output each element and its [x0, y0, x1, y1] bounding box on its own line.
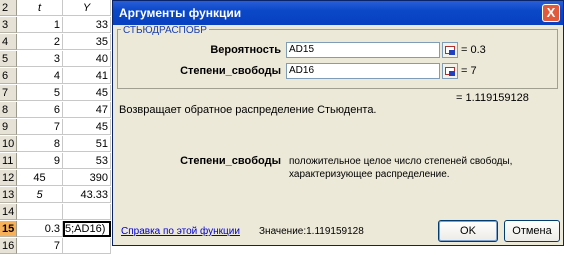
- field-label-probability: Вероятность: [210, 44, 281, 56]
- cell[interactable]: 45: [63, 85, 111, 101]
- row-header[interactable]: 6: [0, 68, 17, 84]
- row-header[interactable]: 3: [0, 17, 17, 33]
- row-header[interactable]: 16: [0, 238, 17, 254]
- cell[interactable]: 4: [17, 68, 63, 84]
- cell[interactable]: 8: [17, 136, 63, 152]
- cell[interactable]: 5: [17, 85, 63, 101]
- cell[interactable]: 51: [63, 136, 111, 152]
- cell[interactable]: 45: [63, 119, 111, 135]
- row-header[interactable]: 13: [0, 187, 17, 203]
- dialog-title[interactable]: Аргументы функции: [113, 1, 563, 25]
- ok-button[interactable]: OK: [438, 220, 498, 242]
- cell[interactable]: 40: [63, 51, 111, 67]
- argument-description: положительное целое число степеней свобо…: [289, 156, 513, 180]
- collapse-dialog-icon[interactable]: [442, 42, 458, 58]
- column-header-t[interactable]: t: [17, 0, 63, 16]
- cell[interactable]: 47: [63, 102, 111, 118]
- value-readout: Значение:1.119159128: [259, 226, 364, 237]
- cell[interactable]: 1: [17, 17, 63, 33]
- field-label-degrees-freedom: Степени_свободы: [180, 65, 281, 77]
- cell[interactable]: 41: [63, 68, 111, 84]
- value-label: Значение:: [259, 226, 307, 237]
- cell[interactable]: 6: [17, 102, 63, 118]
- cell[interactable]: 390: [63, 170, 111, 186]
- formula-result: = 1.119159128: [456, 92, 529, 104]
- function-arguments-dialog: Аргументы функции X СТЬЮДРАСПОБР Вероятн…: [112, 0, 564, 246]
- cancel-button[interactable]: Отмена: [504, 220, 560, 242]
- probability-input[interactable]: AD15: [286, 42, 440, 58]
- cell[interactable]: 53: [63, 153, 111, 169]
- row-header[interactable]: 9: [0, 119, 17, 135]
- cell[interactable]: [63, 238, 111, 254]
- cell[interactable]: [63, 204, 111, 220]
- degrees-freedom-input[interactable]: AD16: [286, 63, 440, 79]
- row-header[interactable]: 7: [0, 85, 17, 101]
- cell[interactable]: 9: [17, 153, 63, 169]
- probability-result: = 0.3: [461, 44, 486, 56]
- row-header[interactable]: 12: [0, 170, 17, 186]
- row-header[interactable]: 15: [0, 221, 17, 237]
- cell[interactable]: 5: [17, 187, 63, 203]
- row-header[interactable]: 10: [0, 136, 17, 152]
- cell[interactable]: 0.3: [17, 221, 63, 237]
- cell[interactable]: 45: [17, 170, 63, 186]
- cell[interactable]: [17, 204, 63, 220]
- cell[interactable]: 35: [63, 34, 111, 50]
- row-header[interactable]: 5: [0, 51, 17, 67]
- column-header-y[interactable]: Y: [63, 0, 111, 16]
- function-name: СТЬЮДРАСПОБР: [121, 25, 209, 36]
- collapse-dialog-icon[interactable]: [442, 63, 458, 79]
- degrees-freedom-result: = 7: [461, 65, 477, 77]
- cell[interactable]: 7: [17, 119, 63, 135]
- function-description: Возвращает обратное распределение Стьюде…: [119, 104, 377, 116]
- row-header[interactable]: 2: [0, 0, 17, 16]
- arguments-group: [117, 29, 558, 89]
- active-cell[interactable]: 5;AD16): [63, 221, 111, 237]
- close-button[interactable]: X: [542, 4, 560, 22]
- cell[interactable]: 3: [17, 51, 63, 67]
- value-number: 1.119159128: [306, 226, 364, 237]
- cell[interactable]: 7: [17, 238, 63, 254]
- row-header[interactable]: 8: [0, 102, 17, 118]
- row-header[interactable]: 14: [0, 204, 17, 220]
- help-link[interactable]: Справка по этой функции: [121, 226, 240, 237]
- argument-name: Степени_свободы: [180, 155, 281, 167]
- cell[interactable]: 33: [63, 17, 111, 33]
- cell[interactable]: 2: [17, 34, 63, 50]
- row-header[interactable]: 4: [0, 34, 17, 50]
- cell[interactable]: 43.33: [63, 187, 111, 203]
- row-header[interactable]: 11: [0, 153, 17, 169]
